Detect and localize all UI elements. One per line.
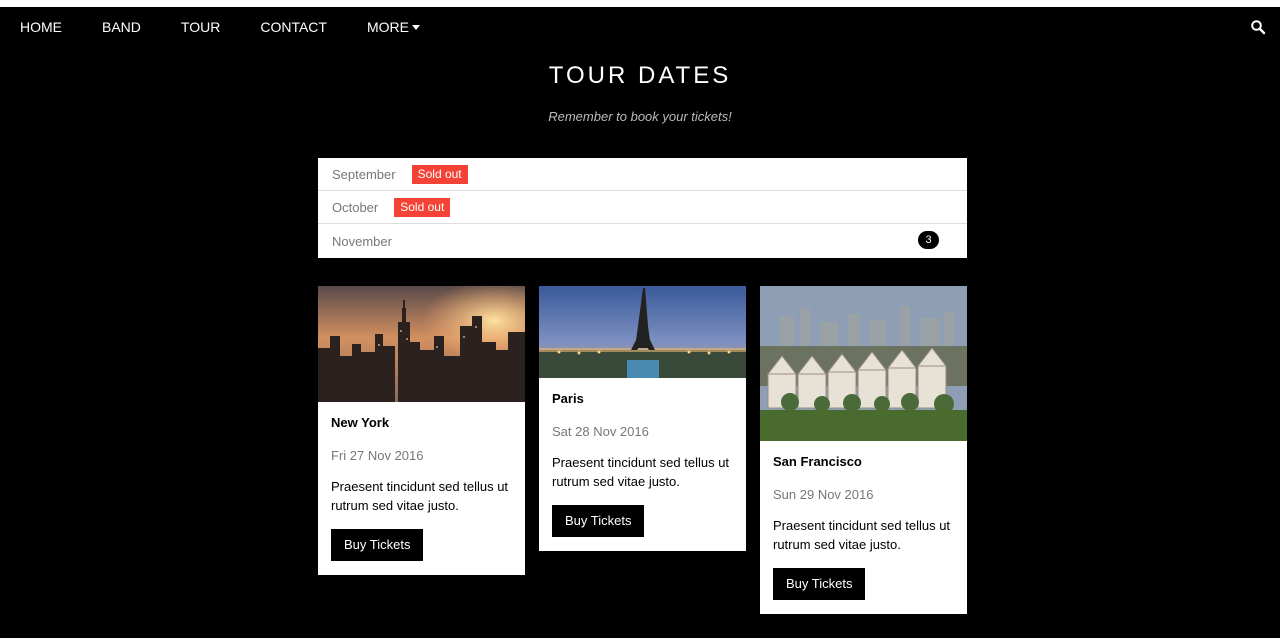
caret-down-icon (411, 25, 420, 30)
search-button[interactable] (1250, 19, 1266, 35)
nav-contact[interactable]: CONTACT (240, 7, 347, 47)
nav-tour[interactable]: TOUR (161, 7, 240, 47)
card-city: Paris (552, 391, 584, 406)
tour-card-san-francisco: San Francisco Sun 29 Nov 2016 Praesent t… (760, 286, 967, 614)
top-navbar: HOME BAND TOUR CONTACT MORE (0, 7, 1280, 47)
card-city: San Francisco (773, 454, 862, 469)
card-date: Sat 28 Nov 2016 (552, 424, 649, 439)
new-york-image (318, 286, 525, 402)
san-francisco-image (760, 286, 967, 441)
tour-card-paris: Paris Sat 28 Nov 2016 Praesent tincidunt… (539, 286, 746, 551)
card-city: New York (331, 415, 390, 430)
month-item-october: October Sold out (318, 191, 967, 224)
month-item-september: September Sold out (318, 158, 967, 191)
month-item-november: November 3 (318, 224, 967, 258)
month-label: October (332, 199, 379, 215)
month-list: September Sold out October Sold out Nove… (318, 158, 967, 258)
card-date: Fri 27 Nov 2016 (331, 448, 424, 463)
buy-tickets-button[interactable]: Buy Tickets (331, 529, 424, 561)
nav-band[interactable]: BAND (82, 7, 161, 47)
sold-out-badge: Sold out (411, 164, 468, 184)
page-title: TOUR DATES (548, 62, 732, 89)
card-description: Praesent tincidunt sed tellus ut rutrum … (773, 518, 951, 552)
month-label: November (332, 233, 392, 249)
month-label: September (332, 166, 396, 182)
card-description: Praesent tincidunt sed tellus ut rutrum … (552, 455, 730, 489)
tour-card-new-york: New York Fri 27 Nov 2016 Praesent tincid… (318, 286, 525, 575)
nav-more-label: MORE (366, 19, 409, 35)
search-icon (1251, 20, 1266, 35)
page-subtitle: Remember to book your tickets! (548, 109, 732, 124)
buy-tickets-button[interactable]: Buy Tickets (773, 568, 866, 600)
card-description: Praesent tincidunt sed tellus ut rutrum … (331, 479, 509, 513)
card-date: Sun 29 Nov 2016 (773, 487, 874, 502)
buy-tickets-button[interactable]: Buy Tickets (552, 505, 645, 537)
sold-out-badge: Sold out (394, 197, 451, 217)
nav-home[interactable]: HOME (0, 7, 82, 47)
top-strip (0, 0, 1280, 7)
count-badge: 3 (918, 231, 939, 249)
paris-image (539, 286, 746, 378)
nav-more-dropdown[interactable]: MORE (347, 7, 440, 47)
